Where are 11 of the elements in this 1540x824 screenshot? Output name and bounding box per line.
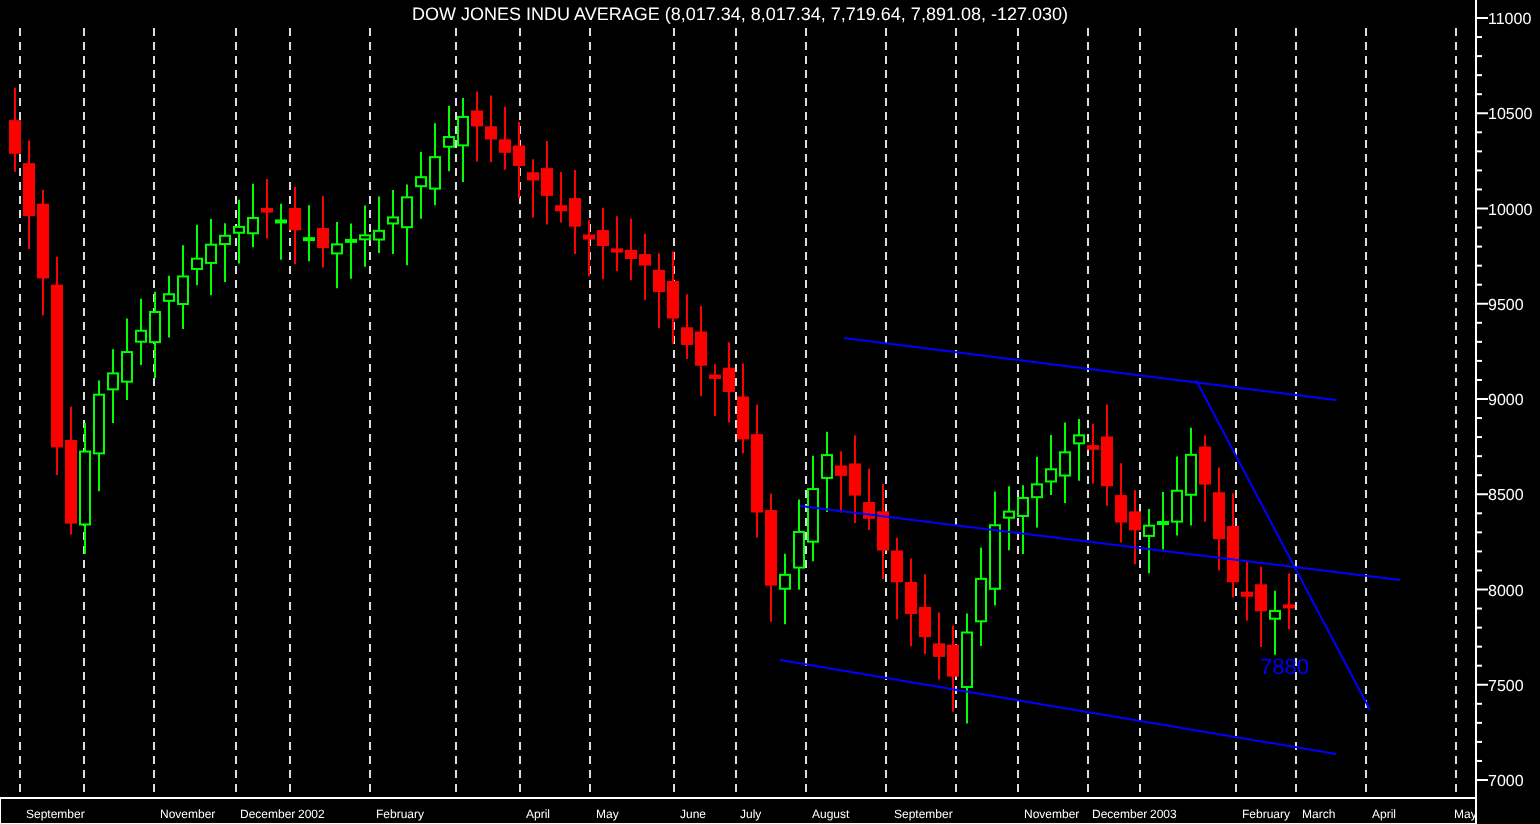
y-axis-label: 9000: [1488, 391, 1524, 409]
y-axis-label: 7000: [1488, 772, 1524, 790]
y-axis-label: 11000: [1488, 10, 1532, 28]
y-axis-label: 10000: [1488, 200, 1533, 219]
chart-title: DOW JONES INDU AVERAGE (8,017.34, 8,017.34, 7,719.64, 7,891.08, -127.030): [412, 4, 1068, 24]
y-axis-label: 9500: [1488, 295, 1524, 314]
y-axis-label: 8000: [1488, 581, 1524, 600]
y-axis-label: 7500: [1488, 676, 1524, 695]
y-axis-label: 8500: [1488, 486, 1524, 505]
y-axis-label: 10500: [1488, 105, 1533, 124]
price-annotation: 7880: [1260, 656, 1309, 680]
